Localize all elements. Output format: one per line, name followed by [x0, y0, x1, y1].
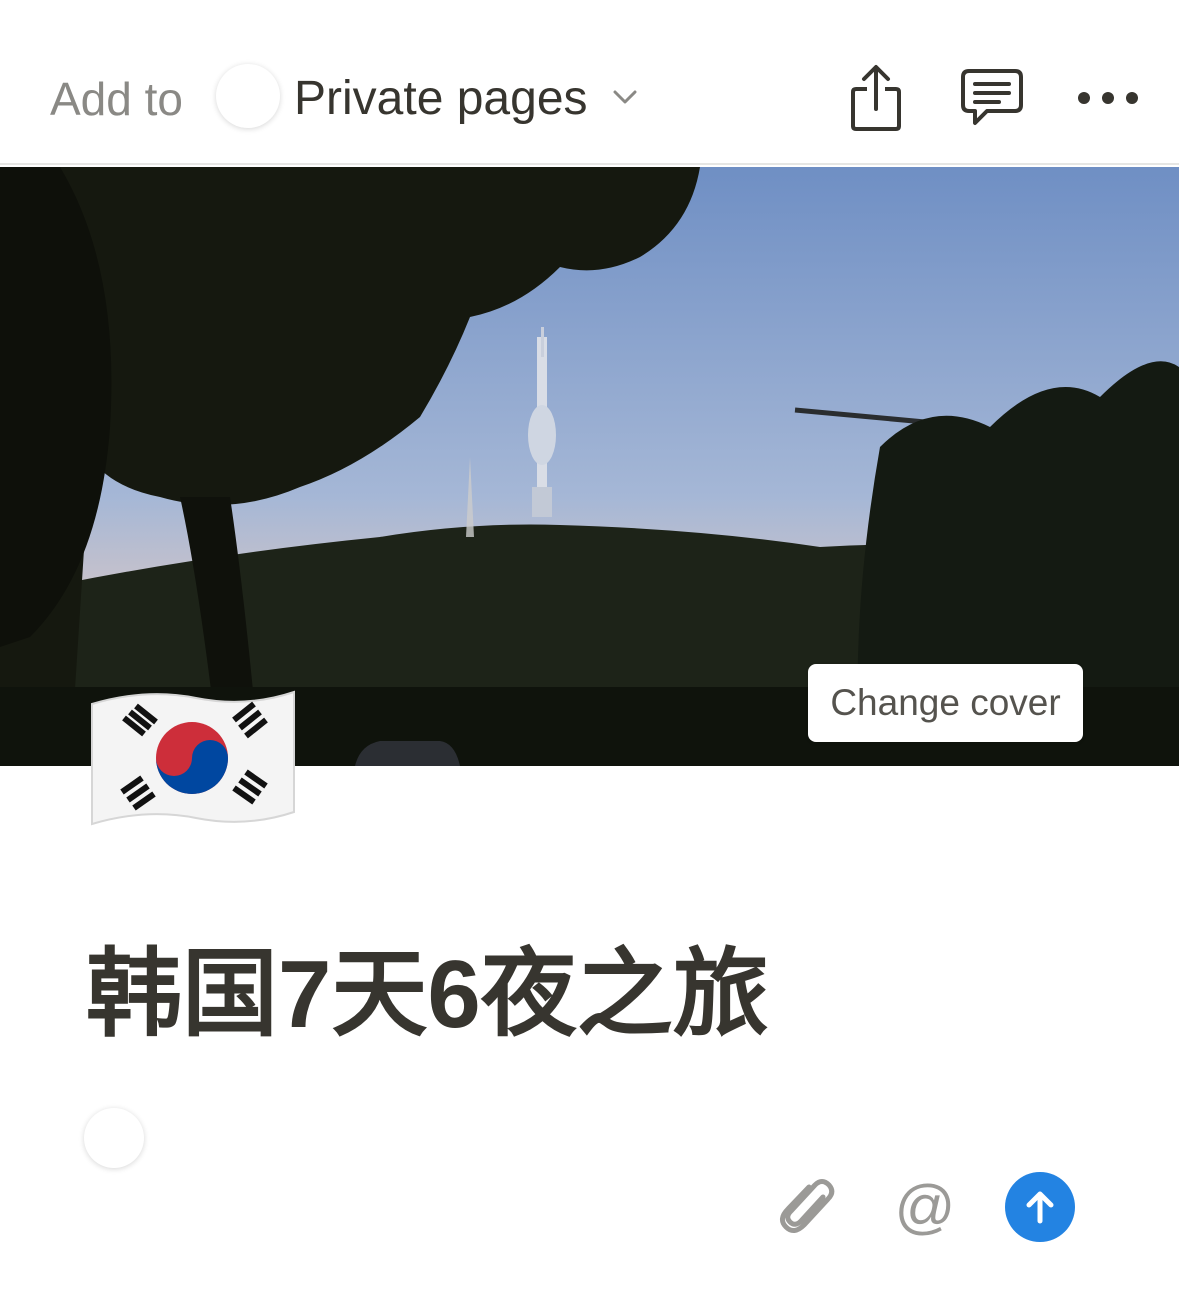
more-icon	[1078, 92, 1138, 104]
mention-icon: @	[894, 1173, 956, 1240]
comment-icon	[961, 69, 1023, 125]
more-button[interactable]	[1068, 58, 1148, 138]
comment-button[interactable]	[952, 58, 1032, 138]
south-korea-flag-icon[interactable]	[86, 684, 300, 834]
add-to-label: Add to	[50, 73, 183, 125]
workspace-selector[interactable]: Private pages	[294, 72, 588, 126]
screen: Add to Private pages Change cover 韩国7天6夜…	[0, 0, 1179, 1289]
chevron-down-icon[interactable]	[612, 86, 638, 108]
page-title[interactable]: 韩国7天6夜之旅	[86, 940, 769, 1050]
share-button[interactable]	[836, 58, 916, 138]
share-icon	[851, 65, 901, 131]
send-icon	[1026, 1191, 1054, 1224]
workspace-avatar[interactable]	[216, 64, 280, 128]
mention-button[interactable]: @	[890, 1172, 960, 1242]
attach-button[interactable]	[772, 1172, 842, 1242]
user-avatar	[84, 1108, 144, 1168]
change-cover-button[interactable]: Change cover	[808, 664, 1083, 742]
top-bar: Add to Private pages	[0, 0, 1179, 165]
send-button[interactable]	[1005, 1172, 1075, 1242]
attachment-icon	[780, 1179, 835, 1233]
